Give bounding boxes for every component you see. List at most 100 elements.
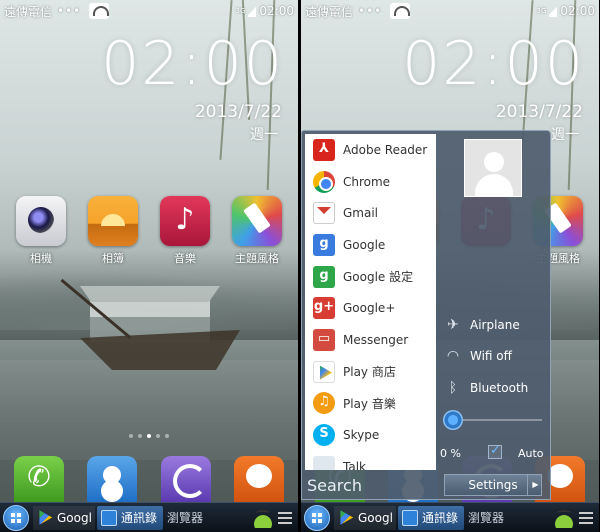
airplane-icon: ✈ <box>447 317 459 333</box>
contacts-icon[interactable] <box>87 456 138 502</box>
home-screen-left: 遠傳電信 ••• 3G 02:00 02:00 2013/7/22 週一 相機 … <box>0 0 298 532</box>
play-store-icon <box>39 510 53 525</box>
play-music-icon: ♫ <box>313 392 335 415</box>
list-item-label: Google+ <box>343 301 396 316</box>
signal-icon <box>549 5 558 17</box>
wallpaper-water <box>0 360 298 460</box>
browser-icon[interactable] <box>160 456 211 502</box>
carrier-name: 遠傳電信 <box>305 4 354 19</box>
messages-icon[interactable] <box>233 456 284 502</box>
task-contacts[interactable]: 通訊錄 <box>398 505 464 530</box>
list-item-talk[interactable]: Talk <box>305 451 436 470</box>
task-label: 通訊錄 <box>422 511 459 525</box>
brightness-slider-handle[interactable] <box>443 410 463 430</box>
task-contacts[interactable]: 通訊錄 <box>97 505 163 530</box>
list-item-google[interactable]: g Google <box>305 229 436 261</box>
list-item-gmail[interactable]: Gmail <box>305 197 436 229</box>
taskbar: Googl 通訊錄 瀏覽器 <box>301 502 599 532</box>
start-menu-search[interactable]: Search <box>305 474 436 498</box>
app-gallery[interactable]: 相簿 <box>86 196 140 266</box>
task-label: Googl <box>57 510 92 525</box>
task-browser[interactable]: 瀏覽器 <box>464 506 526 530</box>
toggle-wifi[interactable]: ◠ Wifi off <box>444 348 512 364</box>
play-store-icon <box>340 510 354 525</box>
brightness-value: 0 % <box>440 447 461 460</box>
start-button[interactable] <box>3 504 29 531</box>
list-item-label: Play 商店 <box>343 365 396 380</box>
page-dot <box>156 434 160 438</box>
wifi-notification-icon <box>390 3 411 19</box>
list-item-play-music[interactable]: ♫ Play 音樂 <box>305 388 436 420</box>
camera-icon <box>16 196 66 246</box>
list-item-adobe-reader[interactable]: ⅄ Adobe Reader <box>305 134 436 166</box>
clock-date: 2013/7/22 <box>495 102 583 122</box>
status-right: 3G 02:00 <box>236 4 294 18</box>
network-type: 3G <box>235 7 246 15</box>
contacts-icon <box>402 509 418 526</box>
app-music[interactable]: 音樂 <box>158 196 212 266</box>
toggle-bluetooth[interactable]: ᛒ Bluetooth <box>444 380 528 396</box>
toggle-label: Wifi off <box>470 349 512 363</box>
brightness-slider-track[interactable] <box>452 419 542 421</box>
app-label: 音樂 <box>174 252 196 265</box>
clock-time: 02:00 <box>101 29 284 99</box>
menu-icon[interactable] <box>579 511 593 524</box>
auto-brightness-label: Auto <box>518 447 544 460</box>
task-play-store[interactable]: Googl <box>334 505 396 530</box>
status-time: 02:00 <box>560 4 595 18</box>
list-item-label: Gmail <box>343 206 379 221</box>
adobe-reader-icon: ⅄ <box>313 138 335 161</box>
list-item-label: Play 音樂 <box>343 396 396 411</box>
home-screen-right: 遠傳電信 ••• 3G 02:00 02:00 2013/7/22 週一 主題風… <box>301 0 599 532</box>
network-type: 3G <box>536 7 547 15</box>
android-icon[interactable] <box>252 507 274 528</box>
google-settings-icon: g <box>313 265 335 288</box>
phone-icon[interactable] <box>14 456 64 502</box>
list-item-messenger[interactable]: ▭ Messenger <box>305 324 436 356</box>
list-item-label: Adobe Reader <box>343 142 428 157</box>
app-label: 相簿 <box>102 252 124 265</box>
list-item-label: Google 設定 <box>343 270 414 285</box>
android-icon[interactable] <box>553 507 575 528</box>
list-item-google-plus[interactable]: g+ Google+ <box>305 292 436 324</box>
list-item-label: Chrome <box>343 174 391 189</box>
list-item-label: Skype <box>343 428 380 443</box>
app-camera[interactable]: 相機 <box>14 196 68 266</box>
list-item-chrome[interactable]: Chrome <box>305 166 436 198</box>
google-plus-icon: g+ <box>313 297 335 320</box>
app-label: 主題風格 <box>235 252 279 265</box>
gmail-icon <box>313 202 335 225</box>
list-item-google-settings[interactable]: g Google 設定 <box>305 261 436 293</box>
user-avatar[interactable] <box>464 139 522 197</box>
skype-icon: S <box>313 424 335 447</box>
app-theme[interactable]: 主題風格 <box>230 196 284 266</box>
start-menu-app-list[interactable]: ⅄ Adobe Reader Chrome Gmail g Google g G… <box>305 134 436 470</box>
status-bar: 遠傳電信 ••• 3G 02:00 <box>0 0 298 22</box>
home-app-row: 相機 相簿 音樂 主題風格 <box>14 196 284 266</box>
wifi-icon: ◠ <box>446 348 460 364</box>
list-item-play-store[interactable]: Play 商店 <box>305 356 436 388</box>
list-item-skype[interactable]: S Skype <box>305 419 436 451</box>
notification-dots: ••• <box>358 4 383 18</box>
app-label: 相機 <box>30 252 52 265</box>
clock-weekday: 週一 <box>250 127 278 143</box>
gallery-icon <box>88 196 138 246</box>
bluetooth-icon: ᛒ <box>448 380 458 396</box>
list-item-label: Google <box>343 237 386 252</box>
page-dot <box>138 434 142 438</box>
notification-dots: ••• <box>57 4 82 18</box>
task-play-store[interactable]: Googl <box>33 505 95 530</box>
page-indicator <box>0 434 298 438</box>
settings-arrow-icon[interactable]: ▶ <box>527 474 543 496</box>
menu-icon[interactable] <box>278 511 292 524</box>
toggle-airplane[interactable]: ✈ Airplane <box>444 317 520 333</box>
start-button[interactable] <box>304 504 330 531</box>
clock-date: 2013/7/22 <box>194 102 282 122</box>
signal-icon <box>248 5 257 17</box>
play-store-icon <box>313 360 335 383</box>
task-browser[interactable]: 瀏覽器 <box>163 506 225 530</box>
auto-brightness-checkbox[interactable] <box>488 443 502 459</box>
contacts-icon <box>101 509 117 526</box>
list-item-label: Messenger <box>343 332 409 347</box>
carrier-name: 遠傳電信 <box>4 4 53 19</box>
